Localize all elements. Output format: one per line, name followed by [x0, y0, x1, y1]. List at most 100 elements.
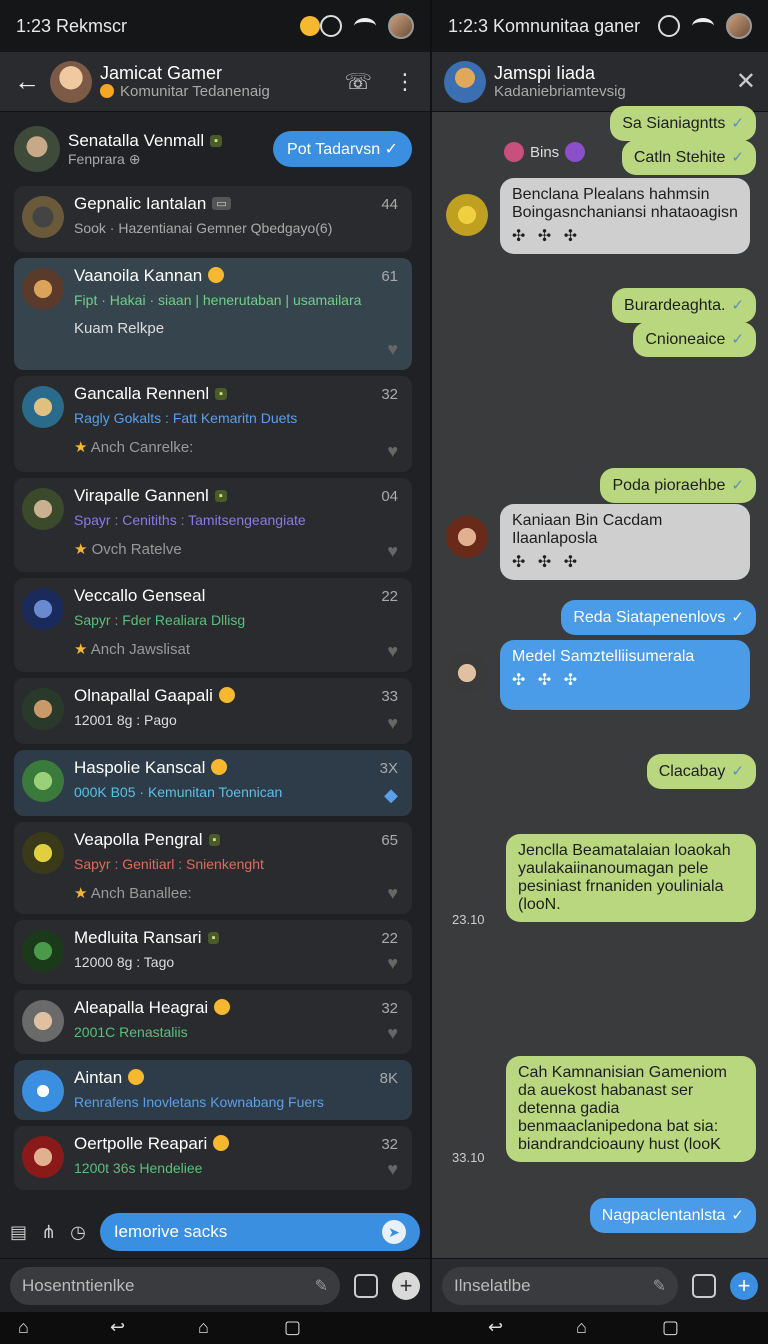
card-title: Aintan — [74, 1068, 123, 1087]
message-text: Reda Siatapenenlovs — [573, 609, 726, 626]
shield-icon — [320, 15, 342, 37]
outgoing-message[interactable]: Poda pioraehbe ✓ — [600, 468, 756, 503]
card-preview: 2001C Renastaliis — [74, 1024, 188, 1040]
heart-icon[interactable]: ♥ — [387, 1159, 398, 1180]
outgoing-message[interactable]: Clacabay ✓ — [646, 754, 756, 789]
card-preview: Spayr : Cenitiths : Tamitsengeangiate — [74, 512, 306, 528]
avatar[interactable] — [50, 60, 92, 103]
unread-count: 32 — [381, 1136, 398, 1153]
sticker-icon[interactable] — [692, 1273, 716, 1298]
check-icon: ✓ — [731, 609, 744, 626]
message-text: Nagpaclentanlsta — [601, 1207, 726, 1224]
outgoing-message[interactable]: Burardeaghta. ✓ — [612, 288, 756, 323]
send-icon[interactable]: ➤ — [382, 1220, 406, 1244]
list-item[interactable]: Aintan Renrafens Inovletans Kownabang Fu… — [14, 1060, 412, 1120]
outgoing-message[interactable]: Jenclla Beamatalaian loaokah yaulakaiina… — [506, 834, 756, 922]
book-icon[interactable]: ▤ — [10, 1222, 27, 1243]
incoming-message[interactable]: Benclana Plealans hahmsin Boingasnchania… — [500, 178, 750, 254]
outgoing-message[interactable]: Reda Siatapenenlovs ✓ — [561, 600, 756, 635]
list-item[interactable]: Gepnalic Iantalan ▭ Sook · Hazentianai Ge… — [14, 186, 412, 252]
recents-icon[interactable]: ▢ — [284, 1317, 301, 1338]
pinned-action-button[interactable]: Pot Tadarvsn ✓ — [273, 131, 412, 167]
outgoing-message[interactable]: Cah Kamnanisian Gameniom da auekost haba… — [506, 1056, 756, 1162]
list-item[interactable]: Haspolie Kanscal 000K B05 · Kemunitan To… — [14, 750, 412, 816]
heart-icon[interactable]: ♥ — [387, 953, 398, 974]
unread-count: 32 — [381, 386, 398, 403]
card-meta: Anch Canrelke: — [90, 439, 194, 456]
message-input[interactable]: Ilnselatlbe ✎ — [442, 1266, 678, 1305]
outgoing-message[interactable]: Nagpaclentanlsta ✓ — [589, 1198, 756, 1233]
share-icon[interactable]: ⋔ — [41, 1222, 56, 1243]
message-text: Clacabay — [658, 763, 726, 780]
heart-icon[interactable]: ♥ — [387, 541, 398, 562]
more-menu-icon[interactable]: ⋮ — [394, 69, 416, 95]
right-compose-bar: Ilnselatlbe ✎ + — [432, 1258, 768, 1312]
heart-icon[interactable]: ♥ — [387, 713, 398, 734]
system-nav-bar: ⌂ ↩ ⌂ ▢ ↩ ⌂ ▢ — [0, 1312, 768, 1344]
list-item[interactable]: Vaanoila Kannan Fipt · Hakai · siaan | h… — [14, 258, 412, 370]
heart-icon[interactable]: ♥ — [387, 441, 398, 462]
suggestion-chip[interactable]: Iemorive sacks ➤ — [99, 1213, 420, 1251]
camera-icon[interactable] — [354, 1273, 378, 1298]
back-icon[interactable]: ↩ — [488, 1317, 503, 1338]
card-title: Virapalle Gannenl — [74, 486, 209, 505]
unread-count: 8K — [379, 1070, 398, 1087]
reaction-label: Bins — [530, 144, 560, 161]
check-icon: ✓ — [731, 477, 744, 494]
avatar — [22, 1070, 64, 1112]
list-item[interactable]: Aleapalla Heagrai 2001C Renastaliis 32 ♥ — [14, 990, 412, 1054]
profile-avatar[interactable] — [388, 13, 414, 39]
recents-icon[interactable]: ▢ — [662, 1317, 679, 1338]
chat-header: Jamspi Iiada Kadaniebriamtevsig ✕ — [432, 52, 768, 112]
card-preview: Ragly Gokalts : Fatt Kemaritn Duets — [74, 410, 298, 426]
heart-icon[interactable]: ♥ — [387, 339, 398, 360]
avatar — [22, 832, 64, 874]
avatar[interactable] — [444, 60, 486, 103]
card-title: Haspolie Kanscal — [74, 758, 206, 777]
chat-subtitle: Kadaniebriamtevsig — [494, 83, 626, 101]
pen-icon[interactable]: ✎ — [653, 1276, 666, 1296]
card-title: Oertpolle Reapari — [74, 1134, 208, 1153]
card-preview: Renrafens Inovletans Kownabang Fuers — [74, 1094, 324, 1110]
card-preview: 000K B05 · Kemunitan Toennican — [74, 784, 283, 800]
message-text: Sa Sianiagntts — [622, 115, 726, 132]
call-icon[interactable]: ☏ — [344, 69, 372, 95]
incoming-message[interactable]: Kaniaan Bin Cacdam Ilaanlaposla ✣ ✣ ✣ — [500, 504, 750, 580]
list-item[interactable]: Oertpolle Reapari 1200t 36s Hendeliee 32… — [14, 1126, 412, 1190]
message-thread: Sa Sianiagntts ✓ Bins Catln Stehite ✓ Benc… — [432, 106, 768, 1254]
message-input[interactable]: Hosentntienlke ✎ — [10, 1266, 340, 1305]
home-icon[interactable]: ⌂ — [576, 1317, 587, 1338]
avatar — [22, 1136, 64, 1178]
back-icon[interactable]: ↩ — [110, 1317, 125, 1338]
pinned-chat[interactable]: Senatalla Venmall ▪ Fenprara ⊕ Pot Tadarv… — [14, 120, 412, 178]
list-item[interactable]: Olnapallal Gaapali 12001 8g : Pago 33 ♥ — [14, 678, 412, 744]
list-item[interactable]: Veapolla Pengral ▪ Sapyr : Genitiarl : Sn… — [14, 822, 412, 914]
heart-icon[interactable]: ♥ — [387, 1023, 398, 1044]
heart-icon[interactable]: ♥ — [387, 641, 398, 662]
back-arrow-icon[interactable]: ← — [14, 66, 44, 97]
tag-icon: ▪ — [208, 834, 221, 846]
outgoing-message[interactable]: Catln Stehite ✓ — [621, 140, 756, 175]
message-text: Kaniaan Bin Cacdam Ilaanlaposla — [512, 512, 663, 547]
incoming-message[interactable]: Medel Samztelliisumerala ✣ ✣ ✣ — [500, 640, 750, 710]
tag-icon: ▭ — [212, 197, 231, 210]
outgoing-message[interactable]: Cnioneaice ✓ — [633, 322, 756, 357]
close-icon[interactable]: ✕ — [736, 67, 756, 96]
add-button[interactable]: + — [730, 1271, 758, 1300]
clock-icon[interactable]: ◷ — [70, 1222, 86, 1243]
add-button[interactable]: + — [392, 1271, 420, 1300]
heart-icon[interactable]: ♥ — [387, 883, 398, 904]
list-item[interactable]: Veccallo Genseal Sapyr : Fder Realiara D… — [14, 578, 412, 672]
card-title: Gepnalic Iantalan — [74, 194, 207, 213]
home-icon[interactable]: ⌂ — [18, 1317, 29, 1338]
home-icon[interactable]: ⌂ — [198, 1317, 209, 1338]
list-item[interactable]: Medluita Ransari ▪ 12000 8g : Tago 22 ♥ — [14, 920, 412, 984]
avatar — [446, 194, 488, 236]
profile-avatar[interactable] — [726, 13, 752, 39]
check-icon: ✓ — [731, 331, 744, 348]
outgoing-message[interactable]: Sa Sianiagntts ✓ — [610, 106, 756, 141]
list-item[interactable]: Gancalla Rennenl ▪ Ragly Gokalts : Fatt K… — [14, 376, 412, 472]
check-icon: ✓ — [731, 1207, 744, 1224]
list-item[interactable]: Virapalle Gannenl ▪ Spayr : Cenitiths : T… — [14, 478, 412, 572]
pen-icon[interactable]: ✎ — [315, 1276, 328, 1296]
